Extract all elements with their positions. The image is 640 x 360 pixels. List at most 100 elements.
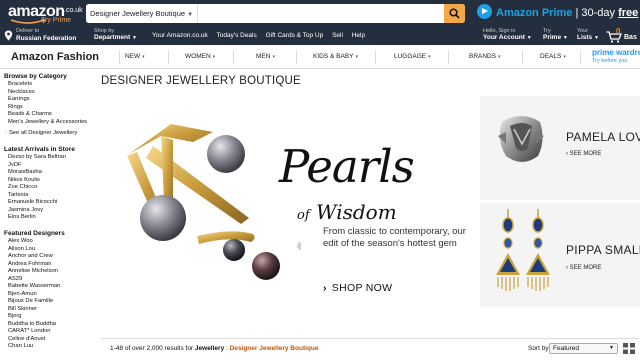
browse-heading: Browse by Category (4, 73, 67, 80)
see-more-link[interactable]: › SEE MORE (566, 265, 601, 271)
logo-smile-icon (10, 19, 46, 24)
featured-link[interactable]: Chan Luu (8, 343, 33, 349)
search-icon (449, 8, 460, 19)
store-menu-divider (233, 50, 234, 64)
nav-link-your-amazon[interactable]: Your Amazon.co.uk (152, 32, 208, 39)
featured-link[interactable]: Bill Skinner (8, 306, 37, 312)
basket-label: Bas (624, 34, 637, 41)
nav-link-todays-deals[interactable]: Today's Deals (216, 32, 256, 39)
featured-link[interactable]: Andrea Fohrman (8, 261, 52, 267)
top-header: amazon .co.uk Try Prime Designer Jewelle… (0, 0, 640, 38)
store-menu-men[interactable]: MEN ▾ (256, 53, 275, 60)
prime-trial-banner[interactable]: Amazon Prime | 30-day free trial (477, 4, 640, 38)
latest-link[interactable]: Zoe Chicco (8, 184, 37, 190)
nav-link-help[interactable]: Help (352, 32, 365, 39)
featured-link[interactable]: Alex Woo (8, 238, 33, 244)
category-link[interactable]: Rings (8, 104, 23, 110)
results-dept[interactable]: Jewellery (195, 345, 224, 352)
store-header: Amazon Fashion NEW ▾ WOMEN ▾ MEN ▾ KIDS & B… (0, 45, 640, 69)
category-link[interactable]: Necklaces (8, 89, 35, 95)
ring-image (498, 116, 544, 162)
store-menu-label: MEN (256, 53, 271, 60)
featured-link[interactable]: AS29 (8, 276, 22, 282)
designer-card-pippa-small[interactable]: PIPPA SMALL › SEE MORE (480, 203, 640, 307)
deliver-country: Russian Federation (16, 35, 77, 42)
latest-link[interactable]: Nikos Koulis (8, 177, 40, 183)
basket-count: 0 (616, 27, 621, 36)
deliver-to[interactable]: Deliver to Russian Federation (4, 28, 88, 44)
see-more-link[interactable]: › SEE MORE (566, 151, 601, 157)
see-more-label: SEE MORE (569, 151, 602, 157)
featured-heading: Featured Designers (4, 230, 65, 237)
latest-link[interactable]: Eins Berlin (8, 214, 36, 220)
amazon-logo[interactable]: amazon .co.uk Try Prime (8, 3, 83, 25)
shop-now-label: SHOP NOW (331, 282, 393, 294)
basket[interactable]: 0 Bas (606, 27, 640, 44)
featured-link[interactable]: Anchor and Crew (8, 253, 53, 259)
shop-by-department[interactable]: Shop by Department ▼ (94, 28, 137, 41)
latest-link[interactable]: JvDF (8, 162, 22, 168)
grid-view-icon[interactable] (623, 343, 635, 354)
store-menu-label: BRANDS (469, 53, 497, 60)
account-menu[interactable]: Hello, Sign in Your Account ▼ (483, 28, 532, 41)
results-count: 1-48 of over 2,000 results for Jewellery… (110, 345, 318, 352)
results-bar: 1-48 of over 2,000 results for Jewellery… (101, 338, 640, 360)
chevron-down-icon: ▼ (609, 345, 614, 351)
store-menu-divider (580, 50, 581, 64)
latest-link[interactable]: MoraisBasha (8, 169, 42, 175)
store-menu-new[interactable]: NEW ▾ (125, 53, 145, 60)
designer-card-pamela-love[interactable]: PAMELA LOVE › SEE MORE (480, 96, 640, 200)
category-link[interactable]: Men's Jewellery & Accessories (8, 119, 87, 125)
featured-link[interactable]: Babette Wasserman (8, 283, 60, 289)
featured-link[interactable]: Alison Lou (8, 246, 35, 252)
latest-link[interactable]: Tartesia (8, 192, 28, 198)
try-prime-menu[interactable]: Try Prime ▼ (543, 28, 568, 41)
chevron-down-icon: ▼ (593, 35, 599, 41)
nav-link-sell[interactable]: Sell (332, 32, 343, 39)
store-menu-brands[interactable]: BRANDS ▾ (469, 53, 501, 60)
chevron-down-icon: ▾ (142, 54, 145, 60)
see-all-link[interactable]: › See all Designer Jewellery (5, 130, 77, 136)
store-menu-luggage[interactable]: LUGGAGE ▾ (394, 53, 431, 60)
page-title: DESIGNER JEWELLERY BOUTIQUE (101, 75, 301, 87)
shopby-dept-text: Department (94, 34, 131, 41)
results-count-text: 1-48 of over 2,000 results for (110, 345, 195, 352)
store-menu-divider (448, 50, 449, 64)
chevron-down-icon: ▼ (131, 35, 137, 41)
latest-link[interactable]: Emanuele Bicocchi (8, 199, 57, 205)
latest-link[interactable]: Jasmina Jovy (8, 207, 43, 213)
chevron-down-icon: ▾ (355, 54, 358, 60)
featured-link[interactable]: Bjorg (8, 313, 22, 319)
hero-subline: of Wisdom (297, 200, 397, 224)
hero-banner[interactable]: Pearls of Wisdom From classic to contemp… (101, 96, 474, 309)
store-menu-divider (296, 50, 297, 64)
category-link[interactable]: Earrings (8, 96, 30, 102)
chevron-down-icon: ▾ (428, 54, 431, 60)
latest-link[interactable]: Dezso by Sara Beltran (8, 154, 66, 160)
category-link[interactable]: Bracelets (8, 81, 32, 87)
shop-now-link[interactable]: › SHOP NOW (323, 282, 392, 294)
featured-link[interactable]: Bijoux De Famille (8, 298, 53, 304)
lists-menu[interactable]: Your Lists ▼ (577, 28, 599, 41)
featured-link[interactable]: Annelise Michelson (8, 268, 58, 274)
category-link[interactable]: Beads & Charms (8, 111, 52, 117)
prime-wardrobe-promo[interactable]: prime wardro Try before you (592, 48, 640, 68)
search-button[interactable] (444, 4, 465, 23)
store-menu-kids-baby[interactable]: KIDS & BABY ▾ (313, 53, 358, 60)
prime-sep-text: | 30-day (572, 7, 619, 19)
store-menu-deals[interactable]: DEALS ▾ (540, 53, 566, 60)
store-menu-label: LUGGAGE (394, 53, 427, 60)
store-title[interactable]: Amazon Fashion (11, 51, 99, 63)
prime-wardrobe-sub: Try before you (592, 58, 628, 64)
featured-link[interactable]: Bjen-Amun (8, 291, 37, 297)
store-menu-women[interactable]: WOMEN ▾ (185, 53, 215, 60)
lists-label: Lists ▼ (577, 34, 599, 41)
results-store: Designer Jewellery Boutique (229, 345, 319, 352)
featured-link[interactable]: Buddha to Buddha (8, 321, 56, 327)
search-category-dropdown[interactable]: Designer Jewellery Boutique ▼ (86, 4, 199, 23)
featured-link[interactable]: Celine d'Aoust (8, 336, 45, 342)
search-bar: Designer Jewellery Boutique ▼ (86, 4, 465, 23)
sort-dropdown[interactable]: Featured ▼ (549, 343, 618, 354)
featured-link[interactable]: CARAT* London (8, 328, 50, 334)
nav-link-gift-cards[interactable]: Gift Cards & Top Up (266, 32, 324, 39)
